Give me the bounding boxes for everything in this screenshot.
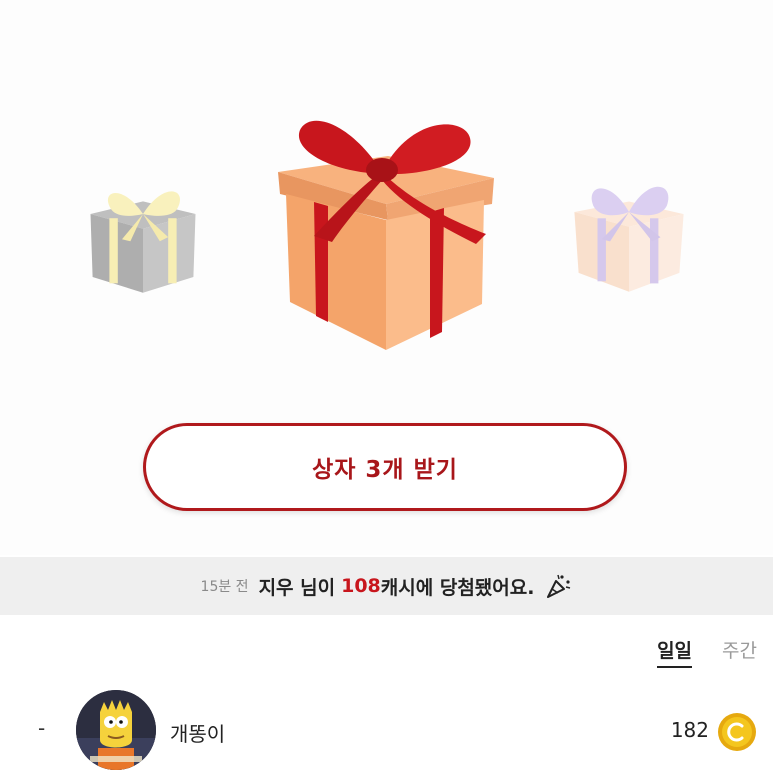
avatar[interactable] (76, 690, 156, 770)
tab-weekly[interactable]: 주간 (722, 636, 757, 668)
gift-box-center-icon[interactable] (270, 112, 502, 356)
user-score: 182 (670, 718, 709, 742)
ranking-tabs: 일일 주간 (657, 636, 757, 668)
party-popper-icon (547, 574, 571, 598)
ticker-message: 캐시에 당첨됐어요. (380, 576, 535, 599)
ranking-row[interactable]: - 개똥이 182 (0, 690, 773, 772)
tab-daily[interactable]: 일일 (657, 636, 693, 668)
gift-stage: 상자 3개 받기 (0, 0, 773, 555)
ticker-winner-name: 지우 님이 (258, 576, 336, 599)
coin-icon (718, 713, 756, 751)
user-name: 개똥이 (170, 722, 226, 746)
gift-box-right-icon[interactable] (566, 170, 692, 296)
ticker-amount: 108 (341, 575, 381, 597)
gift-box-left-icon[interactable] (80, 172, 206, 298)
claim-boxes-button[interactable]: 상자 3개 받기 (143, 423, 627, 511)
winner-ticker: 15분 전 지우 님이 108 캐시에 당첨됐어요. (0, 557, 773, 615)
ticker-time: 15분 전 (200, 579, 249, 595)
rank-number: - (38, 716, 46, 740)
avatar-image (76, 690, 156, 770)
